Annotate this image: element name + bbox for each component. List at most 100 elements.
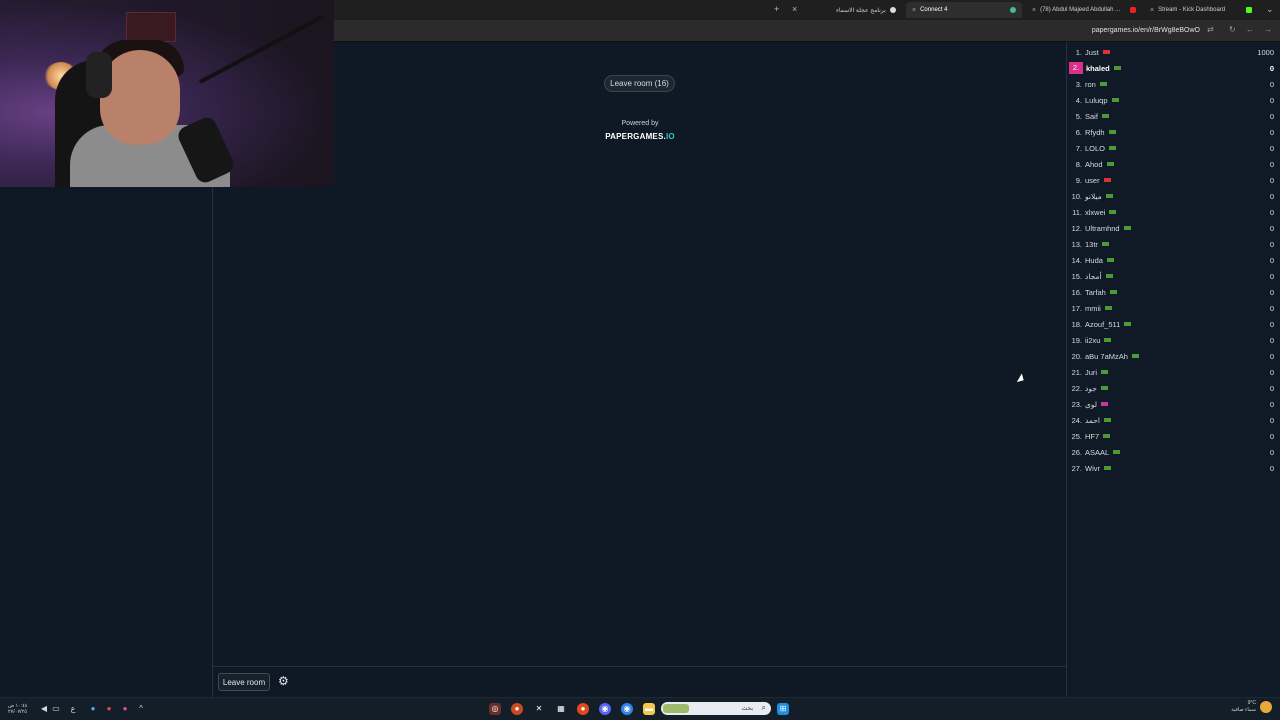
leaderboard-row[interactable]: 16. Tarfah 0 [1067, 284, 1280, 300]
leaderboard-row[interactable]: 11. xlxwei 0 [1067, 204, 1280, 220]
leaderboard-player-name[interactable]: Ultramhnd [1085, 224, 1120, 233]
leaderboard-player-name[interactable]: HF7 [1085, 432, 1099, 441]
gear-icon[interactable]: ⚙ [278, 675, 291, 688]
close-icon[interactable]: × [912, 7, 916, 14]
firefox-icon[interactable]: ● [577, 703, 589, 715]
leaderboard-player-name[interactable]: ASAAL [1085, 448, 1109, 457]
leaderboard-player-name[interactable]: Tarfah [1085, 288, 1106, 297]
leaderboard-row[interactable]: 10. ميلانو 0 [1067, 188, 1280, 204]
leaderboard-row[interactable]: 3. ron 0 [1067, 76, 1280, 92]
leaderboard-row[interactable]: 22. جود 0 [1067, 380, 1280, 396]
close-tab-icon[interactable]: × [792, 4, 797, 14]
leaderboard-player-name[interactable]: أمجاد [1085, 272, 1102, 281]
leaderboard-row[interactable]: 21. Juri 0 [1067, 364, 1280, 380]
leaderboard-player-name[interactable]: ميلانو [1085, 192, 1102, 201]
leaderboard-player-name[interactable]: Just [1085, 48, 1099, 57]
leaderboard-row[interactable]: 12. Ultramhnd 0 [1067, 220, 1280, 236]
leaderboard-row[interactable]: 24. احمد 0 [1067, 412, 1280, 428]
leaderboard-player-name[interactable]: Wivr [1085, 464, 1100, 473]
leaderboard-row[interactable]: 5. Saif 0 [1067, 108, 1280, 124]
tab-kick-dashboard[interactable]: × Stream - Kick Dashboard [1144, 2, 1258, 18]
leaderboard-player-name[interactable]: Juri [1085, 368, 1097, 377]
obs-grid-icon[interactable]: ▦ [555, 703, 567, 715]
leaderboard-player-name[interactable]: 13tr [1085, 240, 1098, 249]
leaderboard-player-name[interactable]: xlxwei [1085, 208, 1105, 217]
country-flag-icon [1131, 354, 1139, 358]
tab-menu-chevron-icon[interactable]: ⌄ [1266, 4, 1274, 15]
site-settings-icon[interactable]: ⇄ [1207, 25, 1214, 34]
leaderboard-row[interactable]: 4. Luluqp 0 [1067, 92, 1280, 108]
clock[interactable]: ١٠:٤٤ ص ٢٧/٠٧/٢٥ [8, 703, 28, 715]
leaderboard-player-name[interactable]: LOLO [1085, 144, 1105, 153]
tab-name-wheel[interactable]: برنامج عجلة الاسماء [830, 2, 906, 18]
app-icon-b[interactable]: ● [511, 703, 523, 715]
leaderboard-player-name[interactable]: Azouf_511 [1085, 320, 1120, 329]
leaderboard-row[interactable]: 19. ii2xu 0 [1067, 332, 1280, 348]
leaderboard-player-name[interactable]: mmii [1085, 304, 1101, 313]
weather-widget[interactable]: 9°C سماء صافية [1231, 700, 1256, 714]
tray-app-icon[interactable]: ● [119, 703, 131, 715]
leaderboard-player-name[interactable]: احمد [1085, 416, 1100, 425]
leaderboard-row[interactable]: 7. LOLO 0 [1067, 140, 1280, 156]
leaderboard-row[interactable]: 14. Huda 0 [1067, 252, 1280, 268]
leaderboard-row[interactable]: 25. HF7 0 [1067, 428, 1280, 444]
leaderboard-score: 0 [1269, 271, 1274, 281]
language-indicator[interactable]: ع [67, 703, 79, 715]
tab-connect4[interactable]: × Connect 4 [906, 2, 1022, 18]
new-tab-icon[interactable]: + [774, 4, 779, 14]
reload-icon[interactable]: ↻ [1229, 25, 1236, 34]
leave-room-count-button[interactable]: Leave room (16) [604, 75, 675, 92]
leaderboard-row[interactable]: 17. mmii 0 [1067, 300, 1280, 316]
leaderboard-row[interactable]: 13. 13tr 0 [1067, 236, 1280, 252]
leaderboard-rank: 20. [1071, 351, 1082, 361]
brand-main: PAPERGAMES. [605, 132, 666, 141]
leaderboard-row[interactable]: 1. Just 1000 [1067, 44, 1280, 60]
country-flag-icon [1104, 418, 1111, 422]
leaderboard-player-name[interactable]: جود [1085, 384, 1097, 393]
tab-favicon-icon [1010, 7, 1016, 13]
leaderboard-player-name[interactable]: Huda [1085, 256, 1103, 265]
close-icon[interactable]: × [1150, 7, 1154, 14]
tray-chevron-up-icon[interactable]: ^ [135, 703, 147, 715]
file-explorer-icon[interactable]: ▬ [643, 703, 655, 715]
leaderboard-player-name[interactable]: Rfydh [1085, 128, 1105, 137]
leaderboard-row[interactable]: 18. Azouf_511 0 [1067, 316, 1280, 332]
leaderboard-row[interactable]: 23. لوى 0 [1067, 396, 1280, 412]
network-icon[interactable]: ▭ [50, 703, 62, 715]
leaderboard-rank: 16. [1071, 287, 1082, 297]
app-icon-a[interactable]: ◎ [489, 703, 501, 715]
url-field[interactable]: papergames.io/en/r/BrWg8eBOwO [1092, 27, 1200, 34]
taskbar-search-box[interactable]: بحث ⌕ [661, 702, 771, 715]
back-icon[interactable]: ← [1246, 25, 1254, 34]
leaderboard-row[interactable]: 26. ASAAL 0 [1067, 444, 1280, 460]
close-icon[interactable]: × [1032, 7, 1036, 14]
leaderboard-player-name[interactable]: user [1085, 176, 1100, 185]
leaderboard-row[interactable]: 9. user 0 [1067, 172, 1280, 188]
volume-icon[interactable]: ◀ [38, 703, 50, 715]
leaderboard-player-name[interactable]: aBu 7aMzAh [1085, 352, 1128, 361]
leaderboard-player-name[interactable]: Ahod [1085, 160, 1103, 169]
leave-room-button[interactable]: Leave room [218, 673, 270, 691]
discord-icon[interactable]: ◉ [599, 703, 611, 715]
chrome-icon[interactable]: ◉ [621, 703, 633, 715]
leaderboard-player-name[interactable]: Saif [1085, 112, 1098, 121]
country-flag-icon [1111, 98, 1119, 102]
tray-app-icon[interactable]: ● [103, 703, 115, 715]
leaderboard-player-name[interactable]: لوى [1085, 400, 1097, 409]
windows-start-icon[interactable]: ⊞ [777, 703, 789, 715]
leaderboard-player-name[interactable]: khaled [1086, 64, 1110, 73]
papergames-logo[interactable]: PAPERGAMES.IO [600, 132, 680, 141]
capcut-icon[interactable]: ✕ [533, 703, 545, 715]
leaderboard-player-name[interactable]: ron [1085, 80, 1096, 89]
bluetooth-icon[interactable]: ● [87, 703, 99, 715]
leaderboard-row[interactable]: 15. أمجاد 0 [1067, 268, 1280, 284]
leaderboard-row[interactable]: 20. aBu 7aMzAh 0 [1067, 348, 1280, 364]
leaderboard-row[interactable]: 27. Wivr 0 [1067, 460, 1280, 476]
tab-youtube[interactable]: × (78) Abdul Majeed Abdullah ... [1026, 2, 1142, 18]
leaderboard-player-name[interactable]: ii2xu [1085, 336, 1100, 345]
leaderboard-row[interactable]: 6. Rfydh 0 [1067, 124, 1280, 140]
forward-icon[interactable]: → [1264, 25, 1272, 34]
leaderboard-row[interactable]: 8. Ahod 0 [1067, 156, 1280, 172]
leaderboard-player-name[interactable]: Luluqp [1085, 96, 1108, 105]
leaderboard-row[interactable]: 2. khaled 0 [1067, 60, 1280, 76]
